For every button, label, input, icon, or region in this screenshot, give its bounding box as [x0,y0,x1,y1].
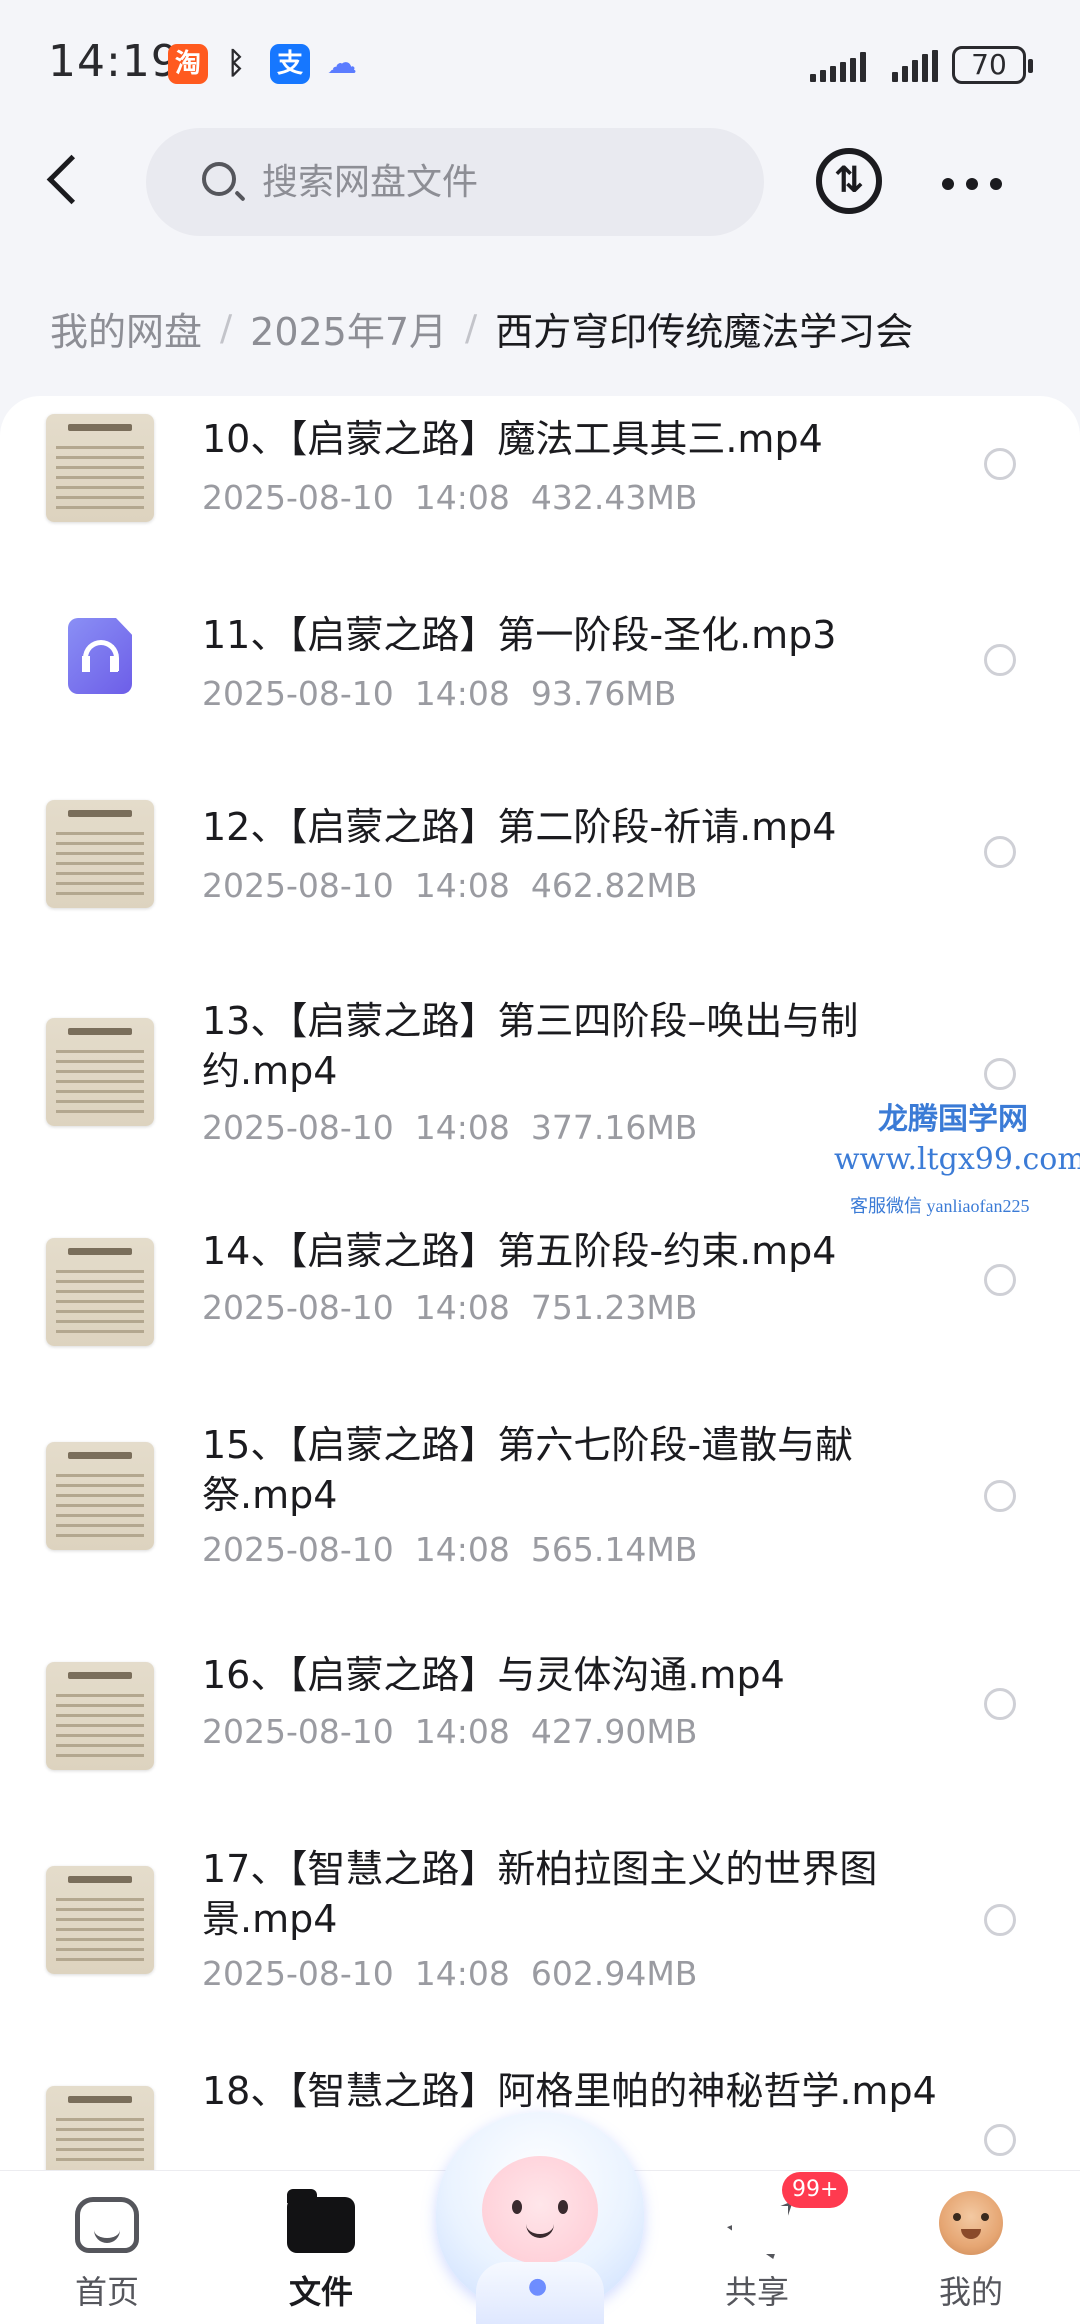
status-time: 14:19 [48,36,180,87]
file-meta: 2025-08-10 14:08 427.90MB [202,1712,697,1751]
file-row[interactable]: 17、【智慧之路】新柏拉图主义的世界图景.mp4 2025-08-10 14:0… [0,1844,1080,2024]
video-thumbnail [46,2086,154,2170]
file-date: 2025-08-10 14:08 [202,1108,510,1147]
file-date: 2025-08-10 14:08 [202,866,510,905]
video-thumbnail [46,800,154,908]
file-meta: 2025-08-10 14:08 93.76MB [202,674,676,713]
watermark-contact: 客服微信 yanliaofan225 [850,1196,1030,1216]
file-name: 10、【启蒙之路】魔法工具其三.mp4 [202,417,823,461]
watermark-title: 龙腾国学网 [878,1102,1028,1137]
file-row[interactable]: 10、【启蒙之路】魔法工具其三.mp4 2025-08-10 14:08 432… [0,396,1080,526]
file-row[interactable]: 14、【启蒙之路】第五阶段-约束.mp4 2025-08-10 14:08 75… [0,1226,1080,1356]
nav-home-label: 首页 [74,2273,139,2311]
bluetooth-icon: ᛒ [227,46,245,81]
nav-profile-label: 我的 [938,2273,1003,2311]
select-radio[interactable] [984,1264,1016,1296]
file-name: 11、【启蒙之路】第一阶段-圣化.mp3 [202,613,837,657]
mascot-body [476,2262,604,2324]
file-date: 2025-08-10 14:08 [202,674,510,713]
file-name: 13、【启蒙之路】第三四阶段–唤出与制约.mp4 [202,999,859,1093]
file-date: 2025-08-10 14:08 [202,1712,510,1751]
select-radio[interactable] [984,1904,1016,1936]
file-meta: 2025-08-10 14:08 565.14MB [202,1530,697,1569]
mascot-face [482,2156,598,2264]
nav-profile[interactable]: 我的 [896,2187,1046,2317]
file-meta: 2025-08-10 14:08 602.94MB [202,1954,697,1993]
transfer-list-icon[interactable] [816,148,882,214]
select-radio[interactable] [984,1058,1016,1090]
breadcrumb-item-folder[interactable]: 2025年7月 [250,301,447,356]
file-name: 15、【启蒙之路】第六七阶段-遣散与献祭.mp4 [202,1423,854,1517]
breadcrumb: 我的网盘 / 2025年7月 / 西方穹印传统魔法学习会 [50,298,913,358]
select-radio[interactable] [984,644,1016,676]
select-radio[interactable] [984,1688,1016,1720]
folder-icon [287,2189,355,2253]
video-thumbnail [46,1018,154,1126]
search-icon [202,162,236,196]
file-name: 12、【启蒙之路】第二阶段-祈请.mp4 [202,805,837,849]
breadcrumb-item-root[interactable]: 我的网盘 [50,301,202,356]
file-size: 93.76MB [530,674,677,713]
file-meta: 2025-08-10 14:08 432.43MB [202,478,697,517]
file-row[interactable]: 15、【启蒙之路】第六七阶段-遣散与献祭.mp4 2025-08-10 14:0… [0,1420,1080,1600]
select-radio[interactable] [984,2124,1016,2156]
video-thumbnail [46,414,154,522]
file-date: 2025-08-10 14:08 [202,1530,510,1569]
file-row[interactable]: 11、【启蒙之路】第一阶段-圣化.mp3 2025-08-10 14:08 93… [0,592,1080,722]
select-radio[interactable] [984,1480,1016,1512]
file-name: 17、【智慧之路】新柏拉图主义的世界图景.mp4 [202,1847,878,1941]
nav-share-label: 共享 [724,2273,789,2311]
nav-files-label: 文件 [288,2273,353,2311]
back-icon[interactable] [40,150,90,214]
nav-home[interactable]: 首页 [32,2187,182,2317]
video-thumbnail [46,1238,154,1346]
breadcrumb-separator: / [465,307,478,349]
file-date: 2025-08-10 14:08 [202,1954,510,1993]
video-thumbnail [46,1866,154,1974]
notification-badge: 99+ [782,2172,849,2208]
alipay-icon: 支 [270,44,310,84]
search-input[interactable] [262,152,722,212]
file-size: 427.90MB [530,1712,698,1751]
select-radio[interactable] [984,448,1016,480]
audio-file-icon [68,618,132,694]
home-icon [75,2197,139,2253]
file-date: 2025-08-10 14:08 [202,1288,510,1327]
file-size: 565.14MB [530,1530,698,1569]
battery-indicator: 70 [952,46,1033,84]
more-options-icon[interactable] [940,150,1004,214]
file-meta: 2025-08-10 14:08 462.82MB [202,866,697,905]
nav-files[interactable]: 文件 [246,2187,396,2317]
file-name: 18、【智慧之路】阿格里帕的神秘哲学.mp4 [202,2069,937,2113]
video-thumbnail [46,1442,154,1550]
file-size: 377.16MB [530,1108,698,1147]
video-thumbnail [46,1662,154,1770]
assistant-mascot-button[interactable] [436,2112,644,2324]
avatar-icon [939,2191,1003,2255]
breadcrumb-separator: / [220,307,233,349]
watermark-url: www.ltgx99.com [834,1142,1080,1177]
file-size: 751.23MB [530,1288,698,1327]
file-name: 16、【启蒙之路】与灵体沟通.mp4 [202,1653,785,1697]
breadcrumb-item-current: 西方穹印传统魔法学习会 [495,309,914,354]
file-size: 432.43MB [530,478,698,517]
file-list: 10、【启蒙之路】魔法工具其三.mp4 2025-08-10 14:08 432… [0,396,1080,2170]
file-meta: 2025-08-10 14:08 377.16MB [202,1108,697,1147]
baidu-netdisk-icon: ☁ [327,46,357,81]
file-meta: 2025-08-10 14:08 751.23MB [202,1288,697,1327]
file-row[interactable]: 16、【启蒙之路】与灵体沟通.mp4 2025-08-10 14:08 427.… [0,1650,1080,1780]
select-radio[interactable] [984,836,1016,868]
search-bar[interactable] [146,128,764,236]
file-name: 14、【启蒙之路】第五阶段-约束.mp4 [202,1229,837,1273]
signal-icon [810,50,866,82]
file-row[interactable]: 12、【启蒙之路】第二阶段-祈请.mp4 2025-08-10 14:08 46… [0,788,1080,918]
paper-plane-icon [727,2201,787,2253]
file-date: 2025-08-10 14:08 [202,478,510,517]
file-size: 602.94MB [530,1954,698,1993]
file-size: 462.82MB [530,866,698,905]
signal-icon [892,50,938,82]
status-bar: 14:19 淘 ᛒ 支 ☁ 70 [0,0,1080,120]
taobao-icon: 淘 [168,44,208,84]
